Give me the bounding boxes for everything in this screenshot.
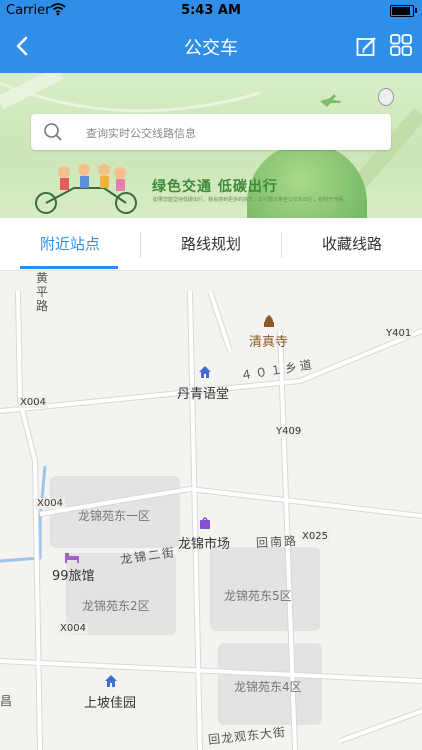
home-icon[interactable] [104,673,118,687]
battery-tip [415,8,417,13]
balloon-icon [378,88,394,106]
tab-favorite-lines[interactable]: 收藏线路 [282,218,422,270]
banner-slogan-subtitle: 如果您能坚持低碳出行，我会感到更多的快乐。出行建议乘坐公交车出行，有利于环保。 [153,197,349,203]
home-icon[interactable] [198,364,212,378]
tab-nearby-stops[interactable]: 附近站点 [0,218,140,270]
area-label: 龙锦苑东4区 [234,680,302,694]
tandem-bike-illustration [35,164,137,214]
edge-map-label: 昌 [0,694,13,708]
poi-label[interactable]: 丹青语堂 [177,383,229,402]
edit-icon[interactable] [356,35,378,57]
tab-route-planning[interactable]: 路线规划 [141,218,281,270]
active-tab-indicator [20,266,118,269]
poi-label[interactable]: 龙锦市场 [178,533,230,552]
road-code: X004 [58,623,88,634]
poi-label[interactable]: 上坡佳园 [84,692,136,711]
area-label: 龙锦苑东一区 [78,509,151,523]
road-code: Y409 [274,426,304,437]
road-code: Y401 [384,328,414,339]
road-label: 回南路 [255,533,299,551]
tab-bar: 附近站点 路线规划 收藏线路 [0,218,422,271]
road-code: X004 [35,498,65,509]
battery-icon [390,5,414,17]
road-code: X025 [300,531,330,542]
bed-icon[interactable] [64,548,80,563]
area-label: 龙锦苑东2区 [82,599,150,613]
search-input[interactable]: 查询实时公交线路信息 [31,114,391,150]
grid-menu-icon[interactable] [390,34,412,56]
search-placeholder: 查询实时公交线路信息 [86,127,196,140]
shopping-bag-icon[interactable] [198,515,212,529]
search-icon [43,122,63,142]
promo-banner: 查询实时公交线路信息 绿色交通 低碳出行 如果您能坚持低碳出行，我会感到更多的快… [0,73,422,218]
clock: 5:43 AM [181,3,241,18]
mosque-icon[interactable] [262,313,276,327]
area-label: 龙锦苑东5区 [224,589,292,603]
poi-label[interactable]: 清真寺 [249,331,288,350]
navigation-bar: 公交车 [0,21,422,73]
road-label: 黄平路 [36,271,49,313]
banner-slogan: 绿色交通 低碳出行 [152,179,278,195]
poi-label[interactable]: 99旅馆 [52,565,95,584]
road-code: X004 [18,397,48,408]
map-view[interactable]: 黄平路 ４０１乡道 龙锦二街 回南路 回龙观东大街 Y401 X004 Y409… [0,271,422,750]
status-bar: Carrier 5:43 AM [0,0,422,21]
map-roads [0,271,422,750]
